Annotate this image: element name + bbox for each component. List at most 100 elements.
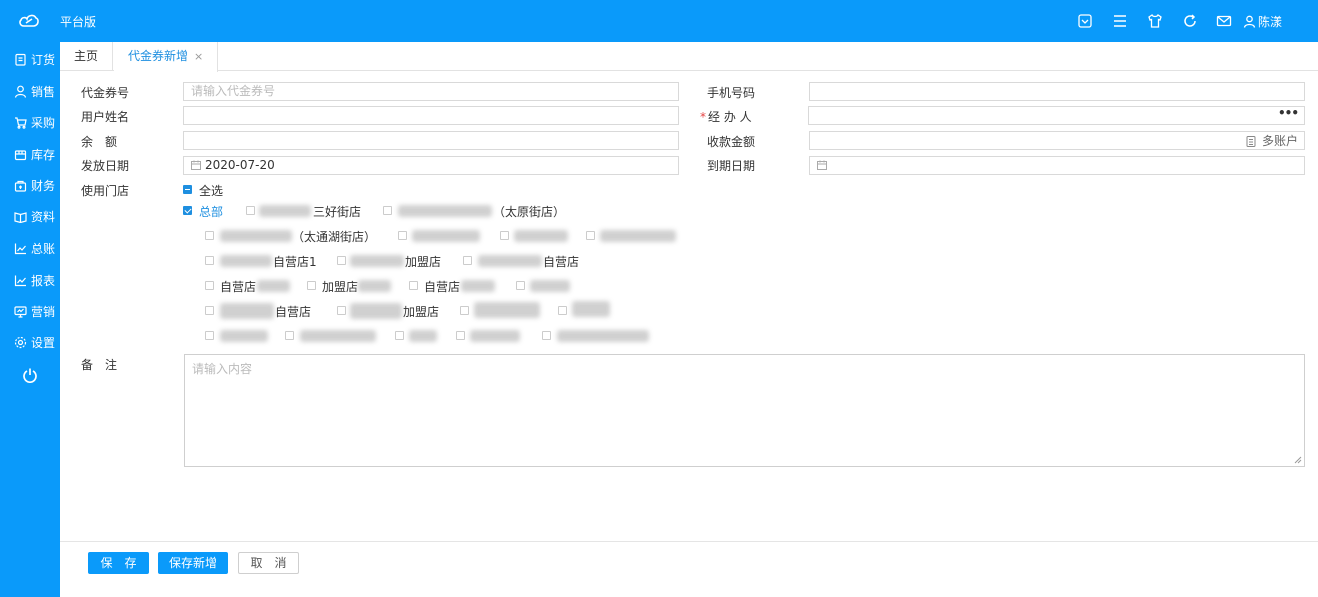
store-checkbox[interactable] bbox=[542, 331, 551, 340]
cancel-button[interactable]: 取 消 bbox=[238, 552, 299, 574]
remark-textarea[interactable]: 请输入内容 bbox=[184, 354, 1305, 467]
select-all-label[interactable]: 全选 bbox=[199, 182, 223, 199]
multi-account-button[interactable]: 多账户 bbox=[1246, 133, 1298, 150]
sidebar-item-label: 订货 bbox=[31, 52, 56, 67]
store-label[interactable]: 自营店1 bbox=[273, 253, 317, 270]
store-checkbox[interactable] bbox=[337, 256, 346, 265]
store-label[interactable]: 加盟店 bbox=[405, 253, 441, 270]
store-checkbox[interactable] bbox=[307, 281, 316, 290]
shirt-icon[interactable] bbox=[1147, 13, 1163, 29]
store-label[interactable]: 自营店 bbox=[275, 303, 311, 320]
refresh-icon[interactable] bbox=[1182, 13, 1198, 29]
store-checkbox[interactable] bbox=[205, 231, 214, 240]
store-label[interactable]: （太原街店） bbox=[493, 203, 565, 220]
sidebar-item-label: 资料 bbox=[31, 209, 56, 224]
store-checkbox[interactable] bbox=[383, 206, 392, 215]
redacted-store-name bbox=[350, 303, 402, 319]
menu-icon[interactable] bbox=[1112, 13, 1128, 29]
redacted-store-name bbox=[220, 230, 292, 242]
box-icon bbox=[14, 149, 27, 160]
sidebar-item-ledger[interactable]: 总账 bbox=[0, 236, 60, 260]
remark-placeholder: 请输入内容 bbox=[192, 362, 253, 376]
store-checkbox[interactable] bbox=[463, 256, 472, 265]
tab-voucher-new[interactable]: 代金券新增 × bbox=[114, 42, 219, 72]
store-checkbox[interactable] bbox=[586, 231, 595, 240]
required-mark: * bbox=[700, 110, 706, 124]
sidebar-item-data[interactable]: 资料 bbox=[0, 204, 60, 228]
store-checkbox[interactable] bbox=[395, 331, 404, 340]
redacted-store-name bbox=[220, 303, 274, 319]
store-checkbox[interactable] bbox=[205, 331, 214, 340]
store-checkbox[interactable] bbox=[409, 281, 418, 290]
sidebar-item-inventory[interactable]: 库存 bbox=[0, 142, 60, 166]
footer-divider bbox=[60, 541, 1318, 542]
store-checkbox[interactable] bbox=[337, 306, 346, 315]
balance-input[interactable] bbox=[183, 131, 679, 150]
save-new-button[interactable]: 保存新增 bbox=[158, 552, 228, 574]
resize-handle-icon[interactable] bbox=[1294, 456, 1302, 464]
store-checkbox[interactable] bbox=[456, 331, 465, 340]
store-label[interactable]: 自营店 bbox=[424, 278, 460, 295]
redacted-store-name bbox=[478, 255, 542, 267]
store-checkbox[interactable] bbox=[205, 306, 214, 315]
expire-date-input[interactable] bbox=[809, 156, 1305, 175]
received-label: 收款金额 bbox=[707, 135, 756, 149]
multi-account-label: 多账户 bbox=[1261, 134, 1298, 148]
store-checkbox[interactable] bbox=[398, 231, 407, 240]
sidebar-item-label: 库存 bbox=[31, 147, 56, 162]
redacted-store-name bbox=[470, 330, 520, 342]
sidebar-item-report[interactable]: 报表 bbox=[0, 268, 60, 292]
handler-label: * 经 办 人 bbox=[700, 108, 752, 125]
inbox-icon[interactable] bbox=[1077, 13, 1093, 29]
issue-date-value: 2020-07-20 bbox=[205, 158, 275, 172]
sidebar-item-sales[interactable]: 销售 bbox=[0, 79, 60, 103]
tab-home[interactable]: 主页 bbox=[60, 42, 114, 71]
store-checkbox[interactable] bbox=[285, 331, 294, 340]
finance-icon bbox=[14, 180, 27, 192]
store-checkbox[interactable] bbox=[246, 206, 255, 215]
user-name-input[interactable] bbox=[183, 106, 679, 125]
issue-date-input[interactable]: 2020-07-20 bbox=[183, 156, 679, 175]
sidebar-item-finance[interactable]: 财务 bbox=[0, 173, 60, 197]
store-checkbox[interactable] bbox=[516, 281, 525, 290]
mail-icon[interactable] bbox=[1216, 13, 1232, 29]
store-label[interactable]: 三好街店 bbox=[313, 203, 361, 220]
sidebar-item-label: 总账 bbox=[31, 241, 56, 256]
expire-date-label: 到期日期 bbox=[707, 159, 756, 173]
sidebar-item-order[interactable]: 订货 bbox=[0, 47, 60, 71]
store-label[interactable]: 自营店 bbox=[543, 253, 579, 270]
sidebar-item-settings[interactable]: 设置 bbox=[0, 330, 60, 354]
store-label-hq[interactable]: 总部 bbox=[199, 203, 223, 220]
cart-icon bbox=[15, 116, 27, 129]
sidebar-item-purchase[interactable]: 采购 bbox=[0, 110, 60, 134]
save-button[interactable]: 保 存 bbox=[88, 552, 149, 574]
handler-label-text: 经 办 人 bbox=[708, 110, 752, 124]
store-checkbox-hq[interactable] bbox=[183, 206, 192, 215]
store-checkbox[interactable] bbox=[460, 306, 469, 315]
user-menu[interactable]: 陈漾 bbox=[1243, 13, 1282, 30]
power-icon[interactable] bbox=[22, 367, 38, 383]
logo-icon bbox=[19, 14, 39, 27]
close-icon[interactable]: × bbox=[194, 50, 203, 63]
received-input[interactable]: 多账户 bbox=[809, 131, 1305, 150]
stores-label: 使用门店 bbox=[81, 184, 130, 198]
sidebar-item-marketing[interactable]: 营销 bbox=[0, 299, 60, 323]
more-icon[interactable]: ••• bbox=[1278, 105, 1299, 122]
balance-label: 余 额 bbox=[81, 135, 118, 149]
select-all-checkbox[interactable] bbox=[183, 185, 192, 194]
store-checkbox[interactable] bbox=[205, 256, 214, 265]
user-icon bbox=[1243, 15, 1256, 28]
phone-input[interactable] bbox=[809, 82, 1305, 101]
store-label[interactable]: 加盟店 bbox=[403, 303, 439, 320]
store-checkbox[interactable] bbox=[558, 306, 567, 315]
store-label[interactable]: 加盟店 bbox=[322, 278, 358, 295]
handler-select[interactable]: ••• bbox=[808, 106, 1305, 125]
redacted-store-name bbox=[557, 330, 649, 342]
redacted-store-name bbox=[474, 302, 540, 318]
store-checkbox[interactable] bbox=[500, 231, 509, 240]
store-label[interactable]: （太通湖街店） bbox=[292, 228, 376, 245]
voucher-no-input[interactable]: 请输入代金券号 bbox=[183, 82, 679, 101]
redacted-store-name bbox=[300, 330, 376, 342]
store-label[interactable]: 自营店 bbox=[220, 278, 256, 295]
store-checkbox[interactable] bbox=[205, 281, 214, 290]
